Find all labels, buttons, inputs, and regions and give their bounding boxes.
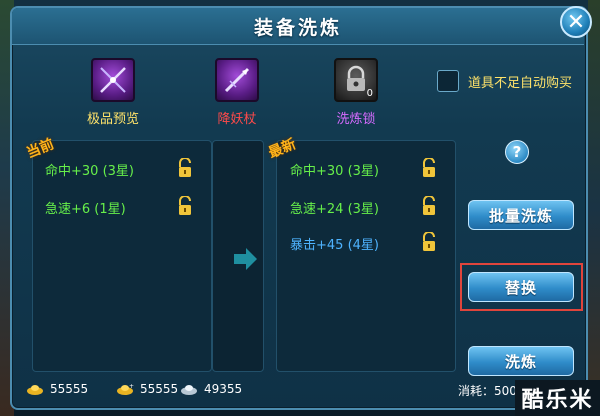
- bound-gold-currency: + 55555: [116, 382, 178, 396]
- svg-text:+: +: [129, 383, 134, 390]
- bound-gold-amount: 55555: [140, 382, 179, 396]
- silver-currency: 49355: [180, 382, 242, 396]
- open-lock-icon[interactable]: [176, 158, 194, 178]
- preview-slot[interactable]: [91, 58, 135, 102]
- title-bar: 装备洗炼: [12, 8, 584, 45]
- new-stat-2: 急速+24 (3星): [290, 202, 379, 217]
- lock-item-label: 洗炼锁: [336, 112, 376, 127]
- open-lock-icon[interactable]: [420, 158, 438, 178]
- bound-gold-ingot-icon: +: [117, 383, 134, 395]
- gold-currency: 55555: [26, 382, 88, 396]
- open-lock-icon[interactable]: [420, 232, 438, 252]
- close-icon: ✕: [566, 9, 586, 35]
- refine-button[interactable]: 洗炼: [468, 346, 574, 376]
- close-button[interactable]: ✕: [560, 6, 592, 38]
- lock-item-slot[interactable]: 0: [334, 58, 378, 102]
- gold-ingot-icon: [27, 385, 43, 395]
- window-title: 装备洗炼: [253, 16, 342, 39]
- auto-buy-checkbox[interactable]: [437, 70, 459, 92]
- watermark-logo: 酷乐米: [515, 380, 600, 416]
- current-stat-1: 命中+30 (3星): [45, 164, 134, 179]
- batch-refine-button[interactable]: 批量洗炼: [468, 200, 574, 230]
- help-button[interactable]: ?: [505, 140, 529, 164]
- staff-icon: [224, 67, 250, 93]
- silver-amount: 49355: [204, 382, 243, 396]
- open-lock-icon[interactable]: [420, 196, 438, 216]
- weapon-slot[interactable]: [215, 58, 259, 102]
- new-stat-3: 暴击+45 (4星): [290, 238, 379, 253]
- background-right-edge: [588, 0, 600, 416]
- new-stat-1: 命中+30 (3星): [290, 164, 379, 179]
- lock-item-count: 0: [366, 88, 373, 99]
- crossed-swords-icon: [100, 67, 126, 93]
- game-screen: 装备洗炼 ✕ 极品预览 降妖杖 0 洗炼锁 道具不足自动购买 当前 命中+30 …: [0, 0, 600, 416]
- current-stat-2: 急速+6 (1星): [45, 202, 126, 217]
- gold-amount: 55555: [50, 382, 89, 396]
- preview-label: 极品预览: [86, 112, 139, 127]
- weapon-label: 降妖杖: [217, 112, 257, 127]
- replace-button[interactable]: 替换: [468, 272, 574, 302]
- arrow-right-icon: [234, 248, 257, 270]
- silver-ingot-icon: [181, 385, 197, 395]
- auto-buy-label: 道具不足自动购买: [468, 76, 573, 91]
- open-lock-icon[interactable]: [176, 196, 194, 216]
